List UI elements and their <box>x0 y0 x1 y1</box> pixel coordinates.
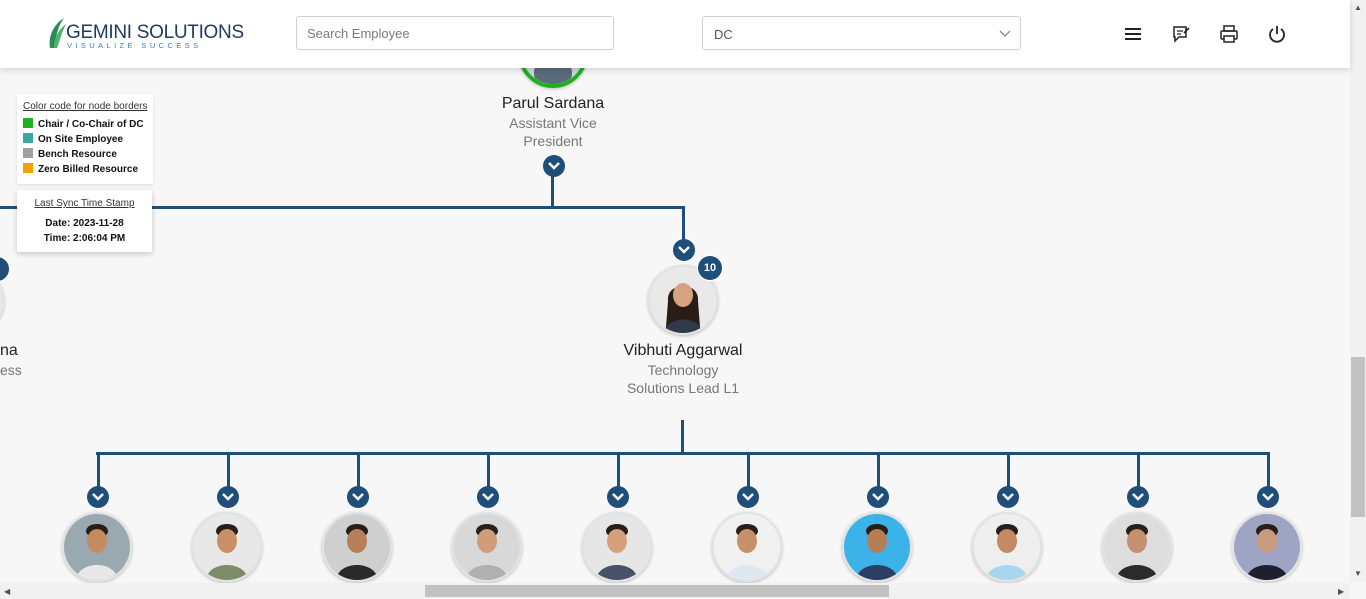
legend-swatch <box>23 148 33 158</box>
sync-timestamp-panel: Last Sync Time Stamp Date: 2023-11-28 Ti… <box>17 190 152 252</box>
connector-to-manager <box>682 206 685 240</box>
expand-toggle-child[interactable] <box>997 486 1019 508</box>
connector-child-stem <box>617 452 620 488</box>
expand-toggle-child[interactable] <box>867 486 889 508</box>
sync-date: Date: 2023-11-28 <box>45 218 124 229</box>
power-icon[interactable] <box>1266 23 1288 45</box>
connector-manager-down <box>681 420 684 454</box>
scroll-left-arrow-icon[interactable]: ◀ <box>4 587 10 596</box>
chevron-down-icon <box>548 162 560 170</box>
scroll-up-arrow-icon[interactable]: ▲ <box>1354 3 1362 12</box>
top-header: GEMINI SOLUTIONS VISUALIZE SUCCESS DC <box>0 0 1350 68</box>
expand-toggle-manager[interactable] <box>673 239 695 261</box>
avatar-child-employee[interactable] <box>322 512 392 582</box>
connector-child-stem <box>357 452 360 488</box>
chevron-down-icon <box>92 493 104 501</box>
chevron-down-icon <box>678 246 690 254</box>
expand-toggle-child[interactable] <box>607 486 629 508</box>
avatar-child-employee[interactable] <box>192 512 262 582</box>
avatar-child-employee[interactable] <box>1102 512 1172 582</box>
scroll-right-arrow-icon[interactable]: ▶ <box>1338 587 1344 596</box>
chevron-down-icon <box>1002 493 1014 501</box>
expand-toggle-child[interactable] <box>347 486 369 508</box>
avatar-child-employee[interactable] <box>842 512 912 582</box>
reports-count-badge: 10 <box>697 255 723 281</box>
chevron-down-icon <box>222 493 234 501</box>
scroll-down-arrow-icon[interactable]: ▼ <box>1354 569 1362 578</box>
legend-swatch <box>23 118 33 128</box>
legend-item: On Site Employee <box>23 133 123 147</box>
connector-child-stem <box>227 452 230 488</box>
legend-swatch <box>23 163 33 173</box>
expand-toggle-child[interactable] <box>1127 486 1149 508</box>
expand-toggle-parul[interactable] <box>543 155 565 177</box>
legend-title: Color code for node borders <box>23 101 148 112</box>
print-icon[interactable] <box>1218 23 1240 45</box>
chevron-down-icon <box>999 30 1011 37</box>
chevron-down-icon <box>872 493 884 501</box>
expand-toggle-child[interactable] <box>217 486 239 508</box>
sync-time: Time: 2:06:04 PM <box>43 233 126 244</box>
node-name: Vibhuti Aggarwal <box>623 342 743 359</box>
connector-child-stem <box>1267 452 1270 488</box>
node-title-line2: President <box>523 133 583 149</box>
company-logo[interactable]: GEMINI SOLUTIONS VISUALIZE SUCCESS <box>46 16 244 52</box>
feedback-icon[interactable] <box>1170 23 1192 45</box>
expand-toggle-child[interactable] <box>477 486 499 508</box>
leaf-logo-icon <box>49 18 66 48</box>
avatar-child-employee[interactable] <box>972 512 1042 582</box>
sync-title: Last Sync Time Stamp <box>34 198 135 209</box>
avatar-child-employee[interactable] <box>62 512 132 582</box>
connector-children-horizontal <box>96 452 1270 455</box>
search-employee-input[interactable] <box>296 16 614 50</box>
reports-count-badge <box>0 256 10 282</box>
node-title-line1: Technology <box>647 362 719 378</box>
legend-swatch <box>23 133 33 143</box>
chevron-down-icon <box>1262 493 1274 501</box>
chevron-down-icon <box>742 493 754 501</box>
legend-item: Zero Billed Resource <box>23 163 138 177</box>
connector-child-stem <box>1007 452 1010 488</box>
expand-toggle-child[interactable] <box>1257 486 1279 508</box>
connector-child-stem <box>877 452 880 488</box>
expand-toggle-child[interactable] <box>87 486 109 508</box>
avatar-child-employee[interactable] <box>1232 512 1302 582</box>
dc-select-value: DC <box>714 27 733 42</box>
connector-child-stem <box>97 452 100 488</box>
node-title-line1: Assistant Vice <box>509 115 597 131</box>
node-name-partial: na <box>0 342 18 359</box>
legend-panel: Color code for node borders Chair / Co-C… <box>17 94 153 184</box>
chevron-down-icon <box>482 493 494 501</box>
legend-item: Bench Resource <box>23 148 117 162</box>
dc-select[interactable]: DC <box>702 16 1021 50</box>
avatar-child-employee[interactable] <box>712 512 782 582</box>
legend-item: Chair / Co-Chair of DC <box>23 118 144 132</box>
node-title-partial: ess <box>0 362 22 378</box>
horizontal-scroll-thumb[interactable] <box>425 585 889 597</box>
menu-icon[interactable] <box>1122 23 1144 45</box>
connector-child-stem <box>1137 452 1140 488</box>
vertical-scroll-thumb[interactable] <box>1351 357 1365 517</box>
expand-toggle-child[interactable] <box>737 486 759 508</box>
node-name: Parul Sardana <box>501 95 605 112</box>
avatar-child-employee[interactable] <box>452 512 522 582</box>
connector-child-stem <box>747 452 750 488</box>
chevron-down-icon <box>612 493 624 501</box>
avatar-child-employee[interactable] <box>582 512 652 582</box>
chevron-down-icon <box>352 493 364 501</box>
connector-child-stem <box>487 452 490 488</box>
chevron-down-icon <box>1132 493 1144 501</box>
logo-tagline: VISUALIZE SUCCESS <box>67 41 202 50</box>
connector-top-vertical <box>551 176 554 208</box>
node-title-line2: Solutions Lead L1 <box>626 380 740 396</box>
